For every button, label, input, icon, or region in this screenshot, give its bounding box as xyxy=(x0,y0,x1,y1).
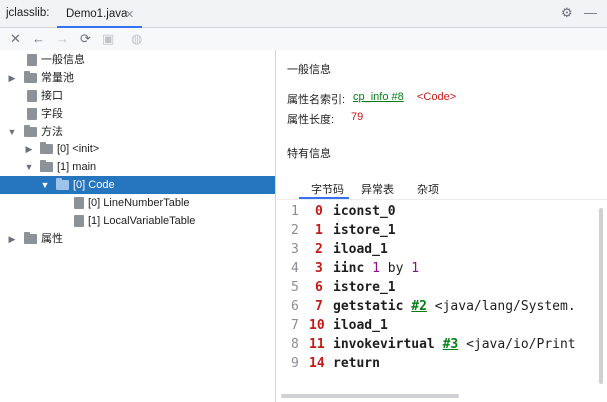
code-line: 8 11 invokevirtual #3 <java/io/Print xyxy=(291,337,576,352)
tree-item-code[interactable]: ▼ [0] Code xyxy=(0,176,275,194)
code-line: 9 14 return xyxy=(291,356,380,371)
tree-item-fields[interactable]: 字段 xyxy=(0,105,275,123)
cp-ref-link[interactable]: #2 xyxy=(411,299,427,314)
tab-bytecode[interactable]: 字节码 xyxy=(299,177,349,199)
tree-item-method-init[interactable]: ▶ [0] <init> xyxy=(0,140,275,158)
chevron-down-icon[interactable]: ▼ xyxy=(40,176,50,194)
attr-name-value: <Code> xyxy=(417,91,457,103)
tab-label: Demo1.java xyxy=(66,8,128,20)
attr-name-label: 属性名索引: xyxy=(287,94,346,106)
specific-info-title: 特有信息 xyxy=(287,148,331,160)
horizontal-scrollbar[interactable] xyxy=(281,394,459,398)
attr-length-value: 79 xyxy=(351,111,364,123)
close-icon[interactable]: ✕ xyxy=(125,8,134,21)
chevron-down-icon[interactable]: ▼ xyxy=(24,158,34,176)
save-button[interactable]: ▣ xyxy=(102,30,114,48)
refresh-button[interactable]: ⟳ xyxy=(80,30,91,48)
chevron-right-icon[interactable]: ▶ xyxy=(24,140,34,158)
vertical-scrollbar[interactable] xyxy=(599,208,603,384)
folder-icon xyxy=(56,178,69,190)
tree-item-constant-pool[interactable]: ▶ 常量池 xyxy=(0,69,275,87)
tree-item-interfaces[interactable]: 接口 xyxy=(0,87,275,105)
toolbar: ✕ ← → ⟳ ▣ ◍ xyxy=(0,28,607,50)
folder-icon xyxy=(24,232,37,244)
minus-icon[interactable]: — xyxy=(584,5,597,20)
tree-item-local-variable-table[interactable]: [1] LocalVariableTable xyxy=(0,212,275,230)
back-button[interactable]: ← xyxy=(32,30,45,48)
gear-icon[interactable]: ⚙ xyxy=(561,5,573,21)
tab-misc[interactable]: 杂项 xyxy=(417,177,439,199)
file-icon xyxy=(27,54,37,66)
file-icon xyxy=(74,197,84,209)
chevron-right-icon[interactable]: ▶ xyxy=(7,230,17,248)
tab-demo1-java[interactable]: Demo1.java ✕ xyxy=(57,3,142,28)
folder-icon xyxy=(40,142,53,154)
attr-length-label: 属性长度: xyxy=(287,114,335,126)
browser-button[interactable]: ◍ xyxy=(131,30,142,48)
code-line: 4 3 iinc 1 by 1 xyxy=(291,261,420,276)
code-line: 5 6 istore_1 xyxy=(291,280,396,295)
code-line: 2 1 istore_1 xyxy=(291,223,396,238)
tab-exception-table[interactable]: 异常表 xyxy=(361,177,394,199)
title-bar: jclasslib: Demo1.java ✕ ⚙ — xyxy=(0,0,607,28)
bytecode-view[interactable]: 1 0 iconst_0 2 1 istore_1 3 2 iload_1 4 … xyxy=(277,200,607,402)
code-line: 3 2 iload_1 xyxy=(291,242,388,257)
tree-item-method-main[interactable]: ▼ [1] main xyxy=(0,158,275,176)
attr-name-link[interactable]: cp_info #8 xyxy=(353,91,404,103)
file-icon xyxy=(27,108,37,120)
tree-item-general-info[interactable]: 一般信息 xyxy=(0,51,275,69)
folder-icon xyxy=(24,125,37,137)
app-title: jclasslib: xyxy=(6,7,50,19)
chevron-right-icon[interactable]: ▶ xyxy=(7,69,17,87)
cp-ref-link[interactable]: #3 xyxy=(443,337,459,352)
file-icon xyxy=(74,215,84,227)
code-line: 7 10 iload_1 xyxy=(291,318,388,333)
folder-icon xyxy=(24,71,37,83)
tree-item-line-number-table[interactable]: [0] LineNumberTable xyxy=(0,194,275,212)
file-icon xyxy=(27,90,37,102)
tree-item-attributes[interactable]: ▶ 属性 xyxy=(0,230,275,248)
general-info-title: 一般信息 xyxy=(287,64,331,76)
detail-pane: 一般信息 属性名索引: cp_info #8 <Code> 属性长度: 79 特… xyxy=(277,50,607,402)
close-button[interactable]: ✕ xyxy=(10,30,21,48)
code-line: 6 7 getstatic #2 <java/lang/System. xyxy=(291,299,576,314)
forward-button[interactable]: → xyxy=(56,30,69,48)
folder-icon xyxy=(40,160,53,172)
tree-item-methods[interactable]: ▼ 方法 xyxy=(0,123,275,141)
chevron-down-icon[interactable]: ▼ xyxy=(7,123,17,141)
code-line: 1 0 iconst_0 xyxy=(291,204,396,219)
class-tree: 一般信息 ▶ 常量池 接口 字段 ▼ 方法 ▶ [0] <init> ▼ [1]… xyxy=(0,50,276,402)
